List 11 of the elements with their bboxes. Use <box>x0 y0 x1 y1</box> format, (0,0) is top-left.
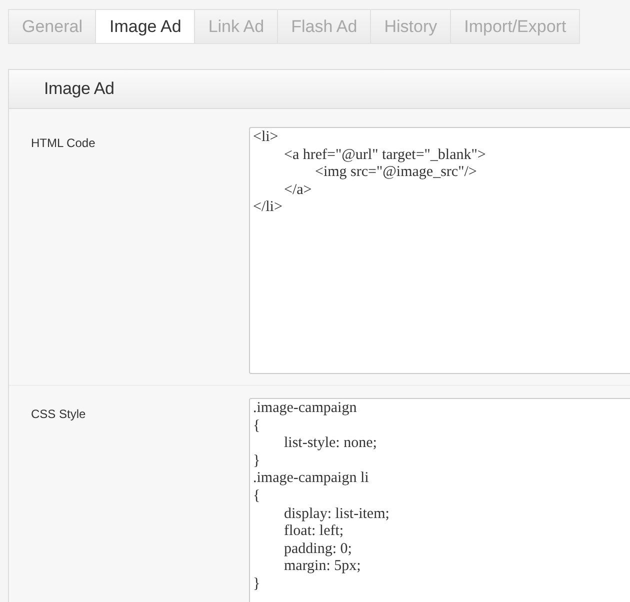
field-label: CSS Style <box>31 407 86 421</box>
field-label: HTML Code <box>31 136 96 150</box>
tab[interactable]: Link Ad <box>194 10 278 43</box>
tab[interactable]: Flash Ad <box>277 10 370 43</box>
code-textarea[interactable]: .image-campaign { list-style: none; } .image-campaign li { display: list-item; float: left; padding: 0; margin: 5px; } <box>249 398 630 602</box>
tab[interactable]: Image Ad <box>95 10 194 43</box>
tab[interactable]: History <box>370 10 450 43</box>
code-textarea[interactable]: <li> <a href="@url" target="_blank"> <img src="@image_src"/> </a> </li> <box>249 127 630 374</box>
panel-title: Image Ad <box>44 78 114 100</box>
tab[interactable]: General <box>9 10 96 43</box>
tab[interactable]: Import/Export <box>450 10 580 43</box>
